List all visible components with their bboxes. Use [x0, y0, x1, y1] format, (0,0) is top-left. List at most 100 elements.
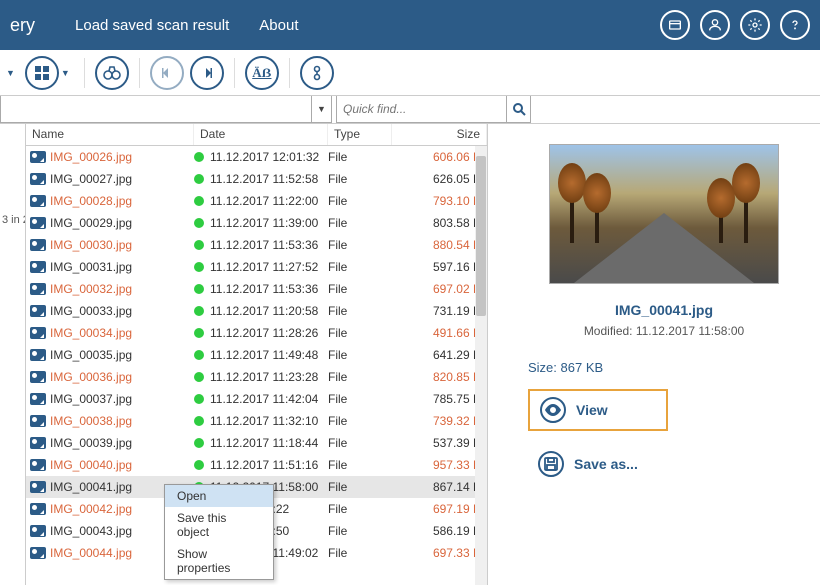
table-row[interactable]: IMG_00034.jpg11.12.2017 11:28:26File491.…: [26, 322, 487, 344]
brand-fragment: ery: [10, 15, 35, 36]
table-row[interactable]: IMG_00027.jpg11.12.2017 11:52:58File626.…: [26, 168, 487, 190]
menu-load-saved[interactable]: Load saved scan result: [75, 17, 229, 34]
step-back-icon[interactable]: [150, 56, 184, 90]
help-icon[interactable]: [780, 10, 810, 40]
view-grid-icon[interactable]: [25, 56, 59, 90]
file-type: File: [328, 194, 392, 208]
path-dropdown-icon[interactable]: ▼: [311, 96, 331, 122]
status-dot-icon: [194, 218, 204, 228]
table-row[interactable]: IMG_00029.jpg11.12.2017 11:39:00File803.…: [26, 212, 487, 234]
gear-icon[interactable]: [740, 10, 770, 40]
status-dot-icon: [194, 350, 204, 360]
table-row[interactable]: IMG_00031.jpg11.12.2017 11:27:52File597.…: [26, 256, 487, 278]
preview-size: Size: 867 KB: [528, 360, 800, 375]
search-icon[interactable]: [506, 96, 530, 122]
file-size: 537.39 K: [392, 436, 487, 450]
image-file-icon: [30, 437, 46, 449]
scrollbar[interactable]: [475, 146, 487, 585]
font-icon[interactable]: Äẞ: [245, 56, 279, 90]
file-date: 11.12.2017 11:53:36: [210, 238, 318, 252]
status-dot-icon: [194, 394, 204, 404]
toolbar-dropdown-1[interactable]: ▼: [6, 68, 15, 78]
file-date: 11.12.2017 11:28:26: [210, 326, 318, 340]
image-file-icon: [30, 151, 46, 163]
file-type: File: [328, 480, 392, 494]
file-type: File: [328, 216, 392, 230]
file-type: File: [328, 150, 392, 164]
status-dot-icon: [194, 438, 204, 448]
file-date: 11.12.2017 11:18:44: [210, 436, 318, 450]
eye-icon: [540, 397, 566, 423]
table-row[interactable]: IMG_00036.jpg11.12.2017 11:23:28File820.…: [26, 366, 487, 388]
file-name: IMG_00033.jpg: [50, 304, 132, 318]
image-file-icon: [30, 349, 46, 361]
file-name: IMG_00027.jpg: [50, 172, 132, 186]
file-type: File: [328, 370, 392, 384]
table-row[interactable]: IMG_00037.jpg11.12.2017 11:42:04File785.…: [26, 388, 487, 410]
file-name: IMG_00043.jpg: [50, 524, 132, 538]
table-row[interactable]: IMG_00038.jpg11.12.2017 11:32:10File739.…: [26, 410, 487, 432]
file-size: 803.58 K: [392, 216, 487, 230]
file-date: 11.12.2017 11:51:16: [210, 458, 318, 472]
image-file-icon: [30, 371, 46, 383]
col-header-name[interactable]: Name: [26, 124, 194, 145]
view-grid-dropdown[interactable]: ▼: [61, 68, 70, 78]
stack-icon[interactable]: [300, 56, 334, 90]
menu-about[interactable]: About: [259, 17, 298, 34]
status-dot-icon: [194, 416, 204, 426]
file-size: 606.06 K: [392, 150, 487, 164]
file-date: 11.12.2017 11:53:36: [210, 282, 318, 296]
table-row[interactable]: IMG_00032.jpg11.12.2017 11:53:36File697.…: [26, 278, 487, 300]
col-header-size[interactable]: Size: [392, 124, 487, 145]
table-row[interactable]: IMG_00039.jpg11.12.2017 11:18:44File537.…: [26, 432, 487, 454]
file-table: Name Date Type Size IMG_00026.jpg11.12.2…: [26, 124, 488, 585]
table-row[interactable]: IMG_00035.jpg11.12.2017 11:49:48File641.…: [26, 344, 487, 366]
context-properties[interactable]: Show properties: [165, 543, 273, 579]
user-icon[interactable]: [700, 10, 730, 40]
file-size: 626.05 K: [392, 172, 487, 186]
table-row[interactable]: IMG_00026.jpg11.12.2017 12:01:32File606.…: [26, 146, 487, 168]
status-dot-icon: [194, 284, 204, 294]
binoculars-icon[interactable]: [95, 56, 129, 90]
file-size: 697.33 K: [392, 546, 487, 560]
quickfind-input[interactable]: [337, 96, 506, 122]
file-name: IMG_00040.jpg: [50, 458, 132, 472]
file-date: 11.12.2017 12:01:32: [210, 150, 319, 164]
file-type: File: [328, 348, 392, 362]
image-file-icon: [30, 217, 46, 229]
table-row[interactable]: IMG_00028.jpg11.12.2017 11:22:00File793.…: [26, 190, 487, 212]
image-file-icon: [30, 327, 46, 339]
file-type: File: [328, 546, 392, 560]
view-button[interactable]: View: [528, 389, 668, 431]
save-icon: [538, 451, 564, 477]
file-type: File: [328, 282, 392, 296]
context-open[interactable]: Open: [165, 485, 273, 507]
file-size: 491.66 K: [392, 326, 487, 340]
file-date: 11.12.2017 11:23:28: [210, 370, 318, 384]
path-selector[interactable]: ▼: [0, 96, 332, 123]
col-header-type[interactable]: Type: [328, 124, 392, 145]
context-save[interactable]: Save this object: [165, 507, 273, 543]
file-name: IMG_00035.jpg: [50, 348, 132, 362]
table-row[interactable]: IMG_00040.jpg11.12.2017 11:51:16File957.…: [26, 454, 487, 476]
image-file-icon: [30, 415, 46, 427]
table-row[interactable]: IMG_00030.jpg11.12.2017 11:53:36File880.…: [26, 234, 487, 256]
image-file-icon: [30, 283, 46, 295]
scrollbar-thumb[interactable]: [476, 156, 486, 316]
image-file-icon: [30, 525, 46, 537]
step-forward-icon[interactable]: [190, 56, 224, 90]
toolbar: ▼ ▼ Äẞ: [0, 50, 820, 96]
cards-icon[interactable]: [660, 10, 690, 40]
col-header-date[interactable]: Date: [194, 124, 328, 145]
file-name: IMG_00029.jpg: [50, 216, 132, 230]
status-dot-icon: [194, 372, 204, 382]
file-name: IMG_00039.jpg: [50, 436, 132, 450]
file-type: File: [328, 502, 392, 516]
file-size: 586.19 K: [392, 524, 487, 538]
filter-row: ▼: [0, 96, 820, 124]
status-dot-icon: [194, 306, 204, 316]
image-file-icon: [30, 173, 46, 185]
image-file-icon: [30, 459, 46, 471]
table-row[interactable]: IMG_00033.jpg11.12.2017 11:20:58File731.…: [26, 300, 487, 322]
saveas-button[interactable]: Save as...: [528, 445, 668, 483]
